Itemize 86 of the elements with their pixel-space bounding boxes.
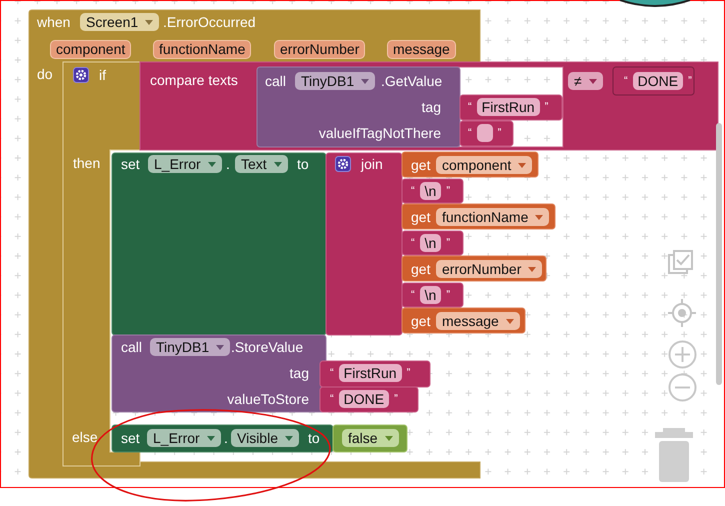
- property-dropdown[interactable]: Text: [235, 155, 288, 173]
- text-value-field[interactable]: \n: [420, 286, 442, 304]
- caret-icon: [361, 78, 370, 84]
- caret-icon: [208, 162, 216, 166]
- keyword-label: to: [308, 429, 320, 447]
- object-dropdown[interactable]: TinyDB1: [295, 72, 376, 90]
- quote-mark: ”: [446, 288, 450, 303]
- quote-mark: “: [468, 126, 472, 141]
- keyword-label: if: [99, 66, 106, 84]
- object-dropdown[interactable]: Screen1: [80, 13, 160, 31]
- argument-label: valueToStore: [227, 390, 309, 408]
- argument-label: tag: [422, 98, 441, 116]
- keyword-label: call: [265, 72, 286, 90]
- caret-icon: [518, 162, 526, 168]
- quote-mark: ”: [498, 126, 502, 141]
- object-dropdown[interactable]: L_Error: [148, 155, 222, 173]
- keyword-label: do: [37, 65, 53, 83]
- keyword-label: get: [411, 260, 430, 278]
- quote-mark: ”: [406, 366, 410, 381]
- keyword-label: else: [72, 428, 98, 446]
- variable-dropdown[interactable]: errorNumber: [436, 260, 542, 278]
- caret-icon: [535, 214, 544, 220]
- event-name: .ErrorOccurred: [163, 13, 256, 31]
- trash-icon[interactable]: [655, 428, 693, 482]
- quote-mark: “: [411, 236, 415, 251]
- parameter-chip[interactable]: component: [50, 40, 132, 59]
- quote-mark: ”: [394, 392, 398, 407]
- caret-icon: [274, 162, 282, 166]
- caret-icon: [206, 436, 215, 440]
- keyword-label: to: [297, 155, 309, 173]
- keyword-label: get: [411, 156, 430, 174]
- variable-dropdown[interactable]: functionName: [436, 208, 550, 226]
- quote-mark: ”: [688, 74, 692, 89]
- keyword-label: set: [121, 429, 140, 447]
- dot-label: .: [224, 429, 228, 447]
- text-value-field[interactable]: \n: [420, 234, 442, 252]
- argument-label: valueIfTagNotThere: [318, 124, 441, 142]
- dot-label: .: [226, 155, 230, 173]
- gear-icon[interactable]: [73, 67, 89, 83]
- parameter-chip[interactable]: errorNumber: [274, 40, 366, 59]
- keyword-label: get: [411, 208, 430, 226]
- property-dropdown[interactable]: Visible: [231, 429, 299, 447]
- object-dropdown[interactable]: L_Error: [147, 429, 221, 447]
- quote-mark: ”: [446, 236, 450, 251]
- text-value-field[interactable]: DONE: [632, 72, 684, 90]
- empty-text-field[interactable]: [476, 124, 493, 142]
- block-label: join: [361, 155, 383, 173]
- keyword-label: get: [411, 312, 430, 330]
- scrollbar[interactable]: [716, 123, 722, 385]
- target-icon[interactable]: [667, 298, 697, 328]
- block-label: compare texts: [150, 71, 238, 89]
- caret-icon: [528, 266, 536, 272]
- quote-mark: ”: [446, 184, 450, 199]
- parameter-chip[interactable]: functionName: [153, 40, 252, 59]
- boolean-dropdown[interactable]: false: [342, 429, 399, 447]
- caret-icon: [588, 78, 597, 84]
- quote-mark: “: [411, 288, 415, 303]
- caret-icon: [506, 318, 514, 324]
- text-value-field[interactable]: FirstRun: [476, 98, 540, 116]
- keyword-label: call: [121, 338, 142, 356]
- quote-mark: “: [411, 184, 415, 199]
- operator-dropdown[interactable]: ≠: [568, 72, 603, 90]
- method-name: .GetValue: [381, 72, 442, 90]
- text-value-field[interactable]: \n: [420, 182, 442, 200]
- backpack-icon[interactable]: [618, 0, 692, 7]
- variable-dropdown[interactable]: message: [436, 312, 520, 330]
- keyword-label: then: [73, 154, 100, 172]
- parameter-chip[interactable]: message: [387, 40, 456, 59]
- text-value-field[interactable]: FirstRun: [338, 364, 402, 382]
- text-value-field[interactable]: DONE: [338, 390, 390, 408]
- caret-icon: [285, 436, 293, 440]
- caret-icon: [216, 344, 224, 350]
- object-dropdown[interactable]: TinyDB1: [150, 338, 230, 356]
- keyword-label: set: [121, 155, 140, 173]
- quote-mark: “: [468, 100, 472, 115]
- quote-mark: “: [330, 392, 334, 407]
- argument-label: tag: [290, 364, 309, 382]
- caret-icon: [384, 436, 393, 440]
- quote-mark: “: [624, 74, 628, 89]
- method-name: .StoreValue: [231, 338, 304, 356]
- quote-mark: ”: [544, 100, 548, 115]
- gear-icon[interactable]: [335, 156, 351, 172]
- caret-icon: [145, 20, 154, 24]
- quote-mark: “: [330, 366, 334, 381]
- variable-dropdown[interactable]: component: [436, 156, 532, 174]
- keyword-label: when: [37, 13, 70, 31]
